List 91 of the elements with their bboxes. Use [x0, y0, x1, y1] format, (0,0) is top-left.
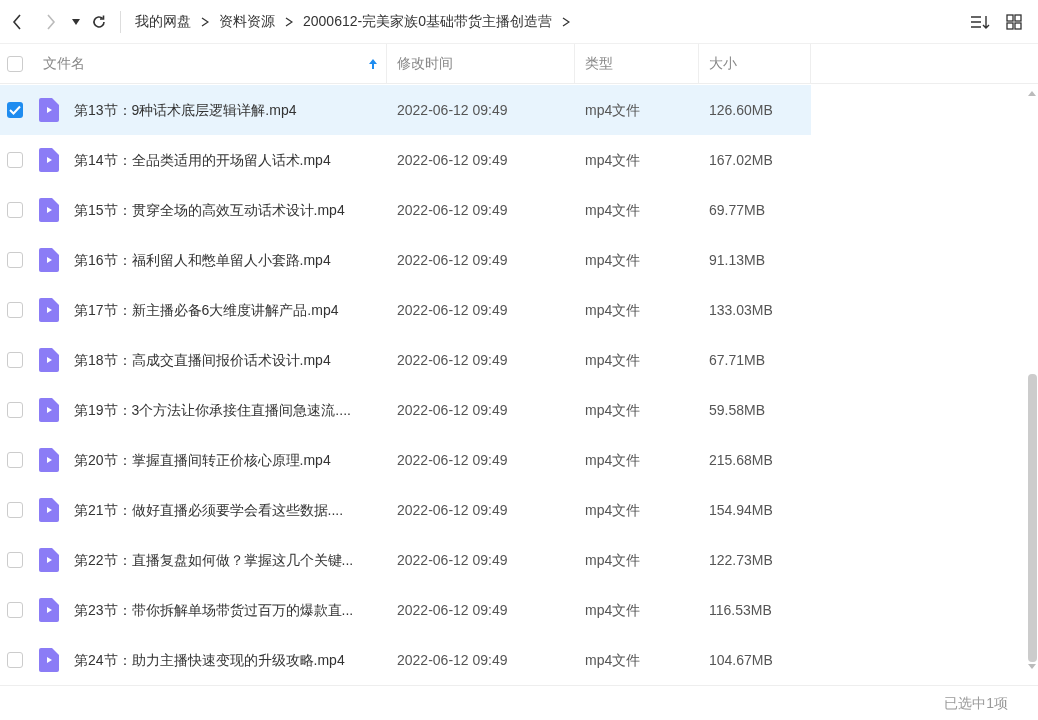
checkbox[interactable] [7, 602, 23, 618]
video-file-icon [39, 298, 59, 322]
checkbox[interactable] [7, 552, 23, 568]
file-type: mp4文件 [585, 201, 641, 218]
checkbox[interactable] [7, 352, 23, 368]
file-size: 122.73MB [709, 551, 773, 568]
file-size: 116.53MB [709, 601, 772, 618]
grid-icon [1006, 13, 1022, 30]
file-name: 第16节：福利留人和憋单留人小套路.mp4 [74, 250, 331, 270]
video-file-icon [39, 448, 59, 472]
file-type: mp4文件 [585, 551, 641, 568]
file-size: 167.02MB [709, 151, 773, 168]
column-header[interactable]: 类型 [575, 44, 699, 83]
modified-time: 2022-06-12 09:49 [397, 251, 508, 268]
file-row[interactable]: 第13节：9种话术底层逻辑详解.mp4 2022-06-12 09:49 mp4文件 126.60MB [0, 85, 811, 135]
file-size: 126.60MB [709, 101, 773, 118]
chevron-icon [561, 16, 570, 27]
file-size: 67.71MB [709, 351, 766, 368]
checkbox[interactable] [7, 55, 23, 72]
file-size: 154.94MB [709, 501, 773, 518]
modified-time: 2022-06-12 09:49 [397, 151, 508, 168]
checkbox[interactable] [7, 502, 23, 518]
checkbox[interactable] [7, 652, 23, 668]
file-type: mp4文件 [585, 251, 641, 268]
file-size: 104.67MB [709, 651, 773, 668]
video-file-icon [39, 598, 59, 622]
file-type: mp4文件 [585, 501, 641, 518]
checkbox[interactable] [7, 202, 23, 218]
modified-time: 2022-06-12 09:49 [397, 601, 508, 618]
chevron-icon [285, 16, 293, 27]
file-name: 第15节：贯穿全场的高效互动话术设计.mp4 [74, 200, 345, 220]
video-file-icon [39, 148, 59, 172]
video-file-icon [39, 248, 59, 272]
file-type: mp4文件 [585, 401, 641, 418]
modified-time: 2022-06-12 09:49 [397, 101, 508, 118]
video-file-icon [39, 198, 59, 222]
file-type: mp4文件 [585, 651, 641, 668]
file-name: 第20节：掌握直播间转正价核心原理.mp4 [74, 450, 331, 470]
file-type: mp4文件 [585, 151, 641, 168]
video-file-icon [39, 498, 59, 522]
refresh-icon [91, 13, 107, 30]
column-header[interactable]: 大小 [699, 44, 811, 83]
checkbox[interactable] [7, 452, 23, 468]
file-type: mp4文件 [585, 351, 641, 368]
file-name: 第17节：新主播必备6大维度讲解产品.mp4 [74, 300, 339, 320]
file-name: 第24节：助力主播快速变现的升级攻略.mp4 [74, 650, 345, 670]
file-name: 第14节：全品类适用的开场留人话术.mp4 [74, 150, 331, 170]
checkbox[interactable] [7, 402, 23, 418]
file-name: 第13节：9种话术底层逻辑详解.mp4 [74, 100, 297, 120]
sort-icon [970, 13, 990, 30]
file-size: 215.68MB [709, 451, 773, 468]
modified-time: 2022-06-12 09:49 [397, 651, 508, 668]
file-size: 133.03MB [709, 301, 773, 318]
file-name: 第19节：3个方法让你承接住直播间急速流.... [74, 400, 351, 420]
breadcrumb-link[interactable]: 我的网盘 [135, 11, 191, 32]
modified-time: 2022-06-12 09:49 [397, 451, 508, 468]
caret-icon [72, 18, 80, 25]
chevron-icon [201, 16, 209, 27]
modified-time: 2022-06-12 09:49 [397, 301, 508, 318]
modified-time: 2022-06-12 09:49 [397, 201, 508, 218]
checkbox[interactable] [7, 252, 23, 268]
back-icon [12, 13, 22, 30]
video-file-icon [39, 98, 59, 122]
file-size: 91.13MB [709, 251, 766, 268]
column-header[interactable]: 修改时间 [387, 44, 575, 83]
file-name: 第18节：高成交直播间报价话术设计.mp4 [74, 350, 331, 370]
column-header[interactable]: 文件名 [30, 44, 387, 83]
checkbox[interactable] [7, 302, 23, 318]
video-file-icon [39, 648, 59, 672]
file-name: 第22节：直播复盘如何做？掌握这几个关键... [74, 550, 354, 570]
file-size: 69.77MB [709, 201, 766, 218]
file-type: mp4文件 [585, 451, 641, 468]
file-type: mp4文件 [585, 601, 641, 618]
video-file-icon [39, 398, 59, 422]
file-type: mp4文件 [585, 301, 641, 318]
checkbox[interactable] [7, 152, 23, 168]
modified-time: 2022-06-12 09:49 [397, 401, 508, 418]
breadcrumb-link[interactable]: 2000612-完美家族0基础带货主播创造营 [303, 11, 552, 32]
video-file-icon [39, 548, 59, 572]
modified-time: 2022-06-12 09:49 [397, 351, 508, 368]
selection-status: 已选中1项 [944, 693, 1008, 713]
file-name: 第23节：带你拆解单场带货过百万的爆款直... [74, 600, 354, 620]
breadcrumb-link[interactable]: 资料资源 [219, 11, 275, 32]
modified-time: 2022-06-12 09:49 [397, 501, 508, 518]
file-type: mp4文件 [585, 101, 641, 118]
file-size: 59.58MB [709, 401, 766, 418]
checkbox[interactable] [7, 102, 23, 118]
video-file-icon [39, 348, 59, 372]
forward-icon [46, 13, 56, 30]
file-name: 第21节：做好直播必须要学会看这些数据.... [74, 500, 344, 520]
modified-time: 2022-06-12 09:49 [397, 551, 508, 568]
